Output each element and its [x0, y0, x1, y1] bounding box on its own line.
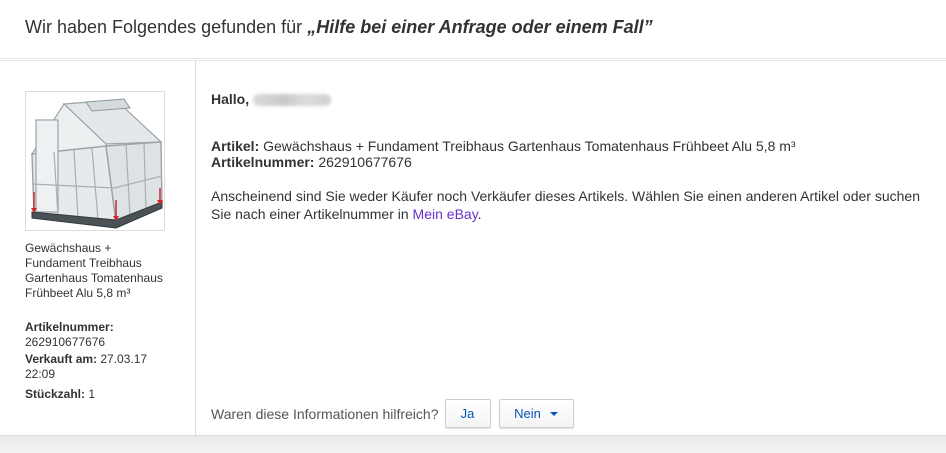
redacted-username	[253, 94, 332, 107]
my-ebay-link[interactable]: Mein eBay	[413, 206, 478, 222]
result-panel: Gewächshaus + Fundament Treibhaus Garten…	[0, 60, 946, 436]
sold-date-label: Verkauft am:	[25, 352, 98, 366]
item-article-number: Artikelnummer: 262910677676	[25, 320, 150, 350]
article-line: Artikel: Gewächshaus + Fundament Treibha…	[211, 138, 796, 154]
greenhouse-image	[26, 92, 164, 230]
page-title: Wir haben Folgendes gefunden für „Hilfe …	[25, 17, 653, 38]
quantity-value: 1	[88, 387, 96, 401]
item-title[interactable]: Gewächshaus + Fundament Treibhaus Garten…	[25, 241, 165, 301]
item-quantity: Stückzahl: 1	[25, 387, 150, 402]
feedback-question: Waren diese Informationen hilfreich?	[211, 405, 439, 422]
info-message: Anscheinend sind Sie weder Käufer noch V…	[211, 187, 939, 223]
info-message-text: Anscheinend sind Sie weder Käufer noch V…	[211, 188, 920, 222]
item-sidebar: Gewächshaus + Fundament Treibhaus Garten…	[0, 61, 196, 436]
chevron-down-icon	[549, 411, 558, 416]
article-title: Gewächshaus + Fundament Treibhaus Garten…	[263, 138, 796, 154]
yes-button[interactable]: Ja	[444, 399, 491, 428]
article-number-value: 262910677676	[25, 335, 106, 349]
search-query: „Hilfe bei einer Anfrage oder einem Fall…	[307, 17, 653, 37]
greeting: Hallo,	[211, 91, 332, 107]
page-title-prefix: Wir haben Folgendes gefunden für	[25, 17, 303, 37]
article-number-label: Artikelnummer:	[25, 320, 114, 334]
no-button[interactable]: Nein	[498, 399, 574, 428]
article-label: Artikel:	[211, 138, 260, 154]
yes-button-label: Ja	[460, 406, 475, 421]
info-message-end: .	[477, 206, 482, 222]
message-content: Hallo, Artikel: Gewächshaus + Fundament …	[211, 61, 941, 436]
item-thumbnail[interactable]	[25, 91, 165, 231]
no-button-label: Nein	[514, 406, 541, 421]
quantity-label: Stückzahl:	[25, 387, 86, 401]
article-number-label: Artikelnummer:	[211, 154, 315, 170]
page-header: Wir haben Folgendes gefunden für „Hilfe …	[0, 0, 946, 59]
feedback-row: Waren diese Informationen hilfreich? Ja …	[211, 399, 574, 428]
article-number-line: Artikelnummer: 262910677676	[211, 154, 412, 170]
item-sold-date: Verkauft am: 27.03.17 22:09	[25, 352, 150, 382]
greeting-text: Hallo,	[211, 91, 250, 107]
article-number-value: 262910677676	[318, 154, 412, 170]
footer-bar	[0, 435, 946, 453]
